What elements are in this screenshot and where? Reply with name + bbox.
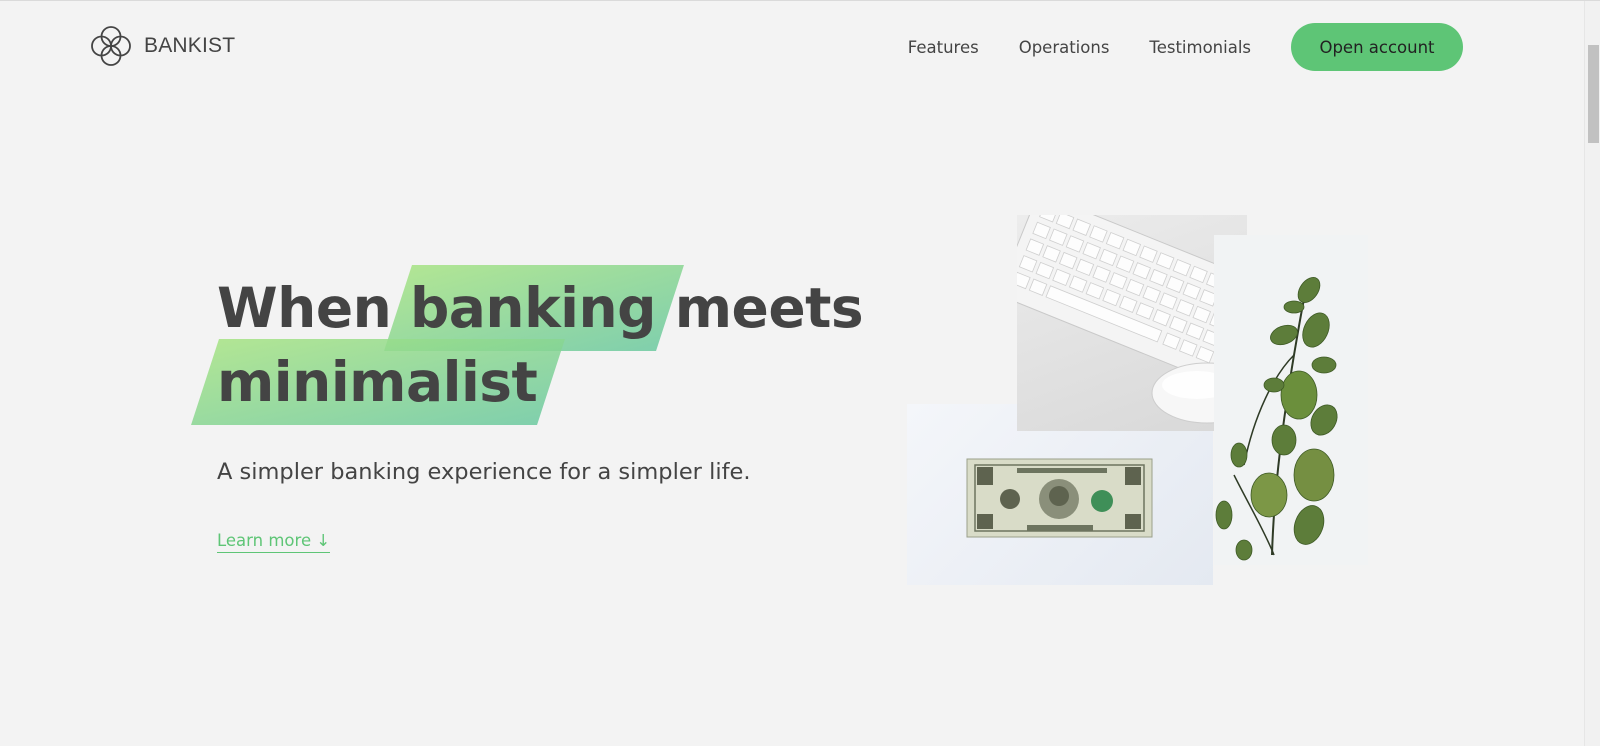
keyboard-mouse-image <box>1017 215 1247 431</box>
logo[interactable]: BANKIST <box>88 23 235 69</box>
nav-link-testimonials[interactable]: Testimonials <box>1149 38 1251 57</box>
brand-name: BANKIST <box>144 34 236 57</box>
hero-title-highlight: minimalist <box>217 345 538 419</box>
learn-more-link[interactable]: Learn more ↓ <box>217 531 331 553</box>
page-scrollbar[interactable] <box>1584 1 1600 746</box>
hero-title-word: meets <box>674 276 864 340</box>
nav-link-features[interactable]: Features <box>908 38 979 57</box>
hero-title: When banking meets minimalist <box>217 271 864 419</box>
interlocking-rings-logo-icon <box>88 23 134 69</box>
page: BANKIST Features Operations Testimonials… <box>0 0 1600 746</box>
hero-subtitle: A simpler banking experience for a simpl… <box>217 459 751 485</box>
scrollbar-thumb[interactable] <box>1588 45 1599 143</box>
open-account-button[interactable]: Open account <box>1291 23 1463 71</box>
plant-image <box>1214 235 1368 565</box>
top-nav: BANKIST Features Operations Testimonials… <box>0 1 1584 93</box>
dollar-bill-image <box>907 404 1213 585</box>
hero-title-highlight: banking <box>410 271 657 345</box>
nav-link-operations[interactable]: Operations <box>1019 38 1110 57</box>
hero-title-word: When <box>217 276 392 340</box>
nav-links: Features Operations Testimonials Open ac… <box>908 23 1463 71</box>
